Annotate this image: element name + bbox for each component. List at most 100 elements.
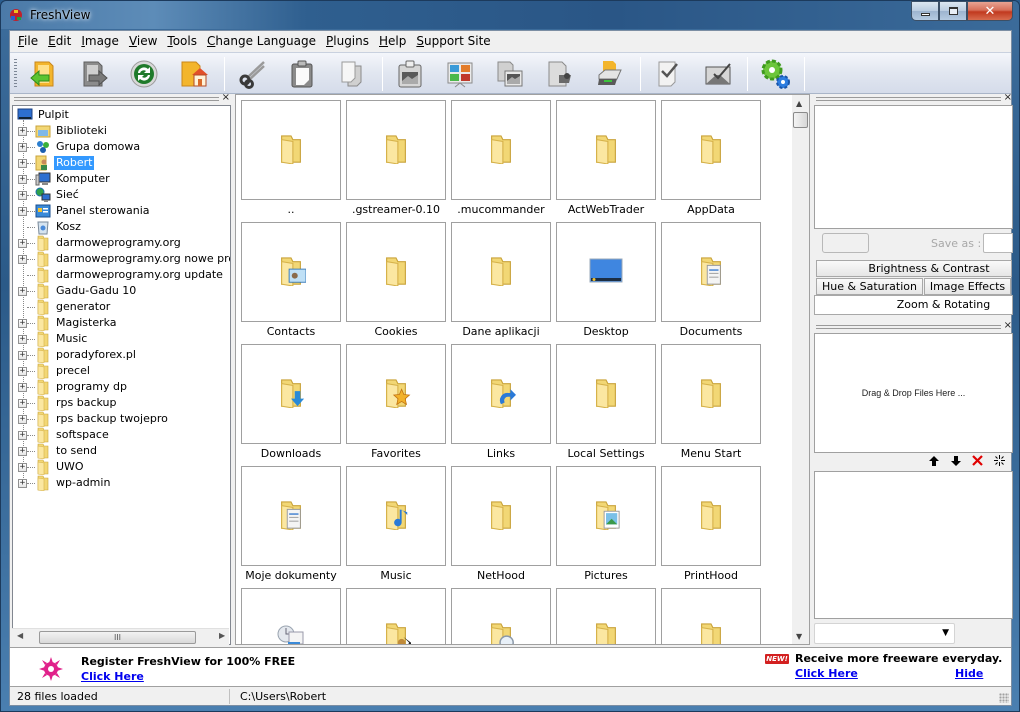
expand-toggle-icon[interactable]: + bbox=[18, 383, 27, 392]
register-click-here-link[interactable]: Click Here bbox=[81, 670, 144, 683]
save-button[interactable] bbox=[822, 233, 869, 253]
remove-button[interactable] bbox=[972, 455, 983, 469]
thumbnail-item[interactable] bbox=[346, 466, 446, 566]
thumbnail-item[interactable] bbox=[346, 344, 446, 444]
expand-toggle-icon[interactable]: + bbox=[18, 367, 27, 376]
thumbnail-item[interactable] bbox=[241, 222, 341, 322]
paste-image-button[interactable] bbox=[393, 57, 427, 91]
thumbnail-item[interactable] bbox=[661, 466, 761, 566]
scroll-down-arrow-icon[interactable]: ▼ bbox=[796, 632, 802, 641]
copy-button[interactable] bbox=[335, 57, 369, 91]
home-folder-button[interactable] bbox=[177, 57, 211, 91]
tree-item[interactable]: + Biblioteki bbox=[13, 123, 230, 139]
expand-toggle-icon[interactable]: + bbox=[18, 239, 27, 248]
thumbnail-item[interactable] bbox=[241, 588, 341, 644]
thumbnail-item[interactable] bbox=[241, 466, 341, 566]
thumbnail-item[interactable] bbox=[451, 222, 551, 322]
tree-item[interactable]: + to send bbox=[13, 443, 230, 460]
menu-tools[interactable]: Tools bbox=[162, 31, 202, 51]
forward-button[interactable] bbox=[77, 57, 111, 91]
expand-toggle-icon[interactable]: + bbox=[18, 127, 27, 136]
tree-item[interactable]: + rps backup twojepro bbox=[13, 411, 230, 428]
tree-item[interactable]: + Komputer bbox=[13, 171, 230, 187]
thumbnail-item[interactable] bbox=[556, 466, 656, 566]
resize-grip[interactable] bbox=[999, 693, 1009, 703]
title-bar[interactable]: FreshView ✕ bbox=[1, 1, 1019, 29]
thumbnail-item[interactable] bbox=[346, 100, 446, 200]
tree-item[interactable]: + precel bbox=[13, 363, 230, 380]
refresh-button[interactable] bbox=[127, 57, 161, 91]
tree-item[interactable]: + programy dp bbox=[13, 379, 230, 396]
menu-change-language[interactable]: Change Language bbox=[202, 31, 321, 51]
tree-item[interactable]: generator bbox=[13, 299, 230, 316]
tree-item[interactable]: + softspace bbox=[13, 427, 230, 444]
grid-vertical-scrollbar[interactable]: ▲ ▼ bbox=[792, 95, 809, 644]
maximize-button[interactable] bbox=[939, 1, 967, 21]
tree-item[interactable]: + rps backup bbox=[13, 395, 230, 412]
tree-item[interactable]: + Gadu-Gadu 10 bbox=[13, 283, 230, 300]
tree-item[interactable]: + UWO bbox=[13, 459, 230, 476]
expand-toggle-icon[interactable]: + bbox=[18, 399, 27, 408]
tree-item[interactable]: + darmoweprogramy.org nowe programy bbox=[13, 251, 230, 268]
close-icon[interactable]: × bbox=[1004, 92, 1012, 104]
menu-help[interactable]: Help bbox=[374, 31, 411, 51]
move-up-button[interactable] bbox=[929, 456, 939, 470]
tree-item[interactable]: + Panel sterowania bbox=[13, 203, 230, 219]
email-button[interactable] bbox=[701, 57, 735, 91]
thumbnail-item[interactable] bbox=[556, 588, 656, 644]
menu-plugins[interactable]: Plugins bbox=[321, 31, 374, 51]
menu-support-site[interactable]: Support Site bbox=[411, 31, 495, 51]
tree-item[interactable]: + Magisterka bbox=[13, 315, 230, 332]
tree-item[interactable]: + Robert bbox=[13, 155, 230, 171]
thumbnail-item[interactable] bbox=[451, 588, 551, 644]
expand-toggle-icon[interactable]: + bbox=[18, 447, 27, 456]
minimize-button[interactable] bbox=[911, 1, 939, 21]
expand-toggle-icon[interactable]: + bbox=[18, 463, 27, 472]
print-button[interactable] bbox=[593, 57, 627, 91]
go-up-folder-button[interactable] bbox=[27, 57, 61, 91]
tab-image-effects[interactable]: Image Effects bbox=[924, 278, 1011, 295]
thumbnail-item[interactable] bbox=[556, 344, 656, 444]
tree-horizontal-scrollbar[interactable]: ◀ III ▶ bbox=[12, 628, 229, 645]
close-icon[interactable]: × bbox=[222, 92, 230, 104]
thumbnail-item[interactable] bbox=[661, 100, 761, 200]
scroll-up-arrow-icon[interactable]: ▲ bbox=[796, 99, 802, 108]
scroll-right-arrow-icon[interactable]: ▶ bbox=[219, 631, 225, 640]
tree-item[interactable]: + Music bbox=[13, 331, 230, 348]
thumbnail-item[interactable] bbox=[241, 100, 341, 200]
scroll-left-arrow-icon[interactable]: ◀ bbox=[17, 631, 23, 640]
batch-convert-button[interactable] bbox=[493, 57, 527, 91]
expand-toggle-icon[interactable]: + bbox=[18, 335, 27, 344]
thumbnail-item[interactable] bbox=[661, 344, 761, 444]
expand-toggle-icon[interactable]: + bbox=[18, 159, 27, 168]
scroll-thumb[interactable]: III bbox=[39, 631, 196, 644]
paste-button[interactable] bbox=[285, 57, 319, 91]
tab-zoom-rotating[interactable]: Zoom & Rotating bbox=[814, 295, 1013, 315]
expand-toggle-icon[interactable]: + bbox=[18, 319, 27, 328]
thumbnail-item[interactable] bbox=[451, 344, 551, 444]
expand-toggle-icon[interactable]: + bbox=[18, 143, 27, 152]
expand-toggle-icon[interactable]: + bbox=[18, 415, 27, 424]
thumbnail-item[interactable] bbox=[661, 588, 761, 644]
thumbnail-item[interactable] bbox=[451, 466, 551, 566]
close-button[interactable]: ✕ bbox=[967, 1, 1013, 21]
tree-item[interactable]: + poradyforex.pl bbox=[13, 347, 230, 364]
expand-toggle-icon[interactable]: + bbox=[18, 255, 27, 264]
thumbnail-item[interactable] bbox=[346, 222, 446, 322]
toolbar-grip[interactable] bbox=[14, 59, 17, 89]
batch-file-list[interactable] bbox=[814, 471, 1013, 619]
tree-item[interactable]: darmoweprogramy.org update bbox=[13, 267, 230, 284]
close-icon[interactable]: × bbox=[1004, 320, 1012, 332]
scan-button[interactable] bbox=[543, 57, 577, 91]
thumbnail-item[interactable] bbox=[241, 344, 341, 444]
save-as-input[interactable] bbox=[983, 233, 1013, 253]
clear-button[interactable] bbox=[994, 455, 1005, 469]
menu-file[interactable]: File bbox=[13, 31, 43, 51]
select-all-button[interactable] bbox=[651, 57, 685, 91]
menu-image[interactable]: Image bbox=[76, 31, 124, 51]
tree-item[interactable]: + wp-admin bbox=[13, 475, 230, 492]
expand-toggle-icon[interactable]: + bbox=[18, 351, 27, 360]
expand-toggle-icon[interactable]: + bbox=[18, 479, 27, 488]
slideshow-button[interactable] bbox=[443, 57, 477, 91]
expand-toggle-icon[interactable]: + bbox=[18, 207, 27, 216]
